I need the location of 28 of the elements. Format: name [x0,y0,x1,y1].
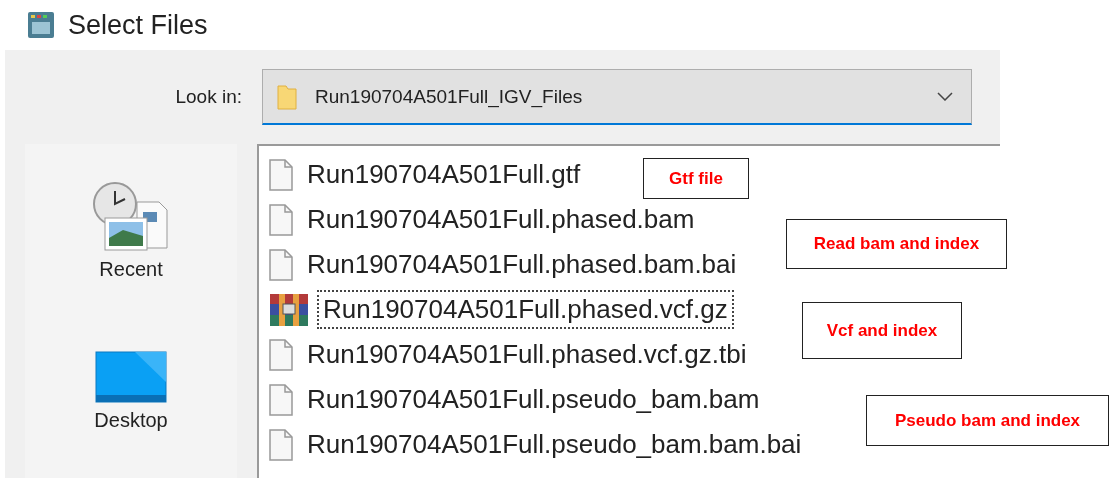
file-item[interactable]: Run190704A501Full.pseudo_bam.bam [303,382,764,417]
look-in-label: Look in: [174,86,242,108]
file-item[interactable]: Run190704A501Full.phased.vcf.gz.tbi [303,337,751,372]
archive-icon [269,291,309,328]
file-item[interactable]: Run190704A501Full.pseudo_bam.bam.bai [303,427,806,462]
document-icon [269,338,293,371]
clock-pictures-icon [93,182,169,252]
look-in-dropdown[interactable]: Run190704A501Full_IGV_Files [262,69,972,125]
file-item[interactable]: Run190704A501Full.phased.bam.bai [303,247,741,282]
annotation-callout: Read bam and index [786,219,1007,269]
folder-icon [277,83,297,110]
document-icon [269,203,293,236]
sidebar-item[interactable]: Recent [99,258,163,281]
document-icon [269,383,293,416]
annotation-callout: Pseudo bam and index [866,395,1109,446]
file-item[interactable]: Run190704A501Full.phased.vcf.gz [319,292,732,327]
document-icon [269,158,293,191]
file-item[interactable]: Run190704A501Full.gtf [303,157,585,192]
file-item[interactable]: Run190704A501Full.phased.bam [303,202,699,237]
chevron-down-icon [937,92,953,101]
sidebar-item[interactable]: Desktop [94,409,168,432]
annotation-callout: Vcf and index [802,302,962,359]
app-icon [28,12,54,38]
document-icon [269,248,293,281]
window-title: Select Files [68,9,208,41]
annotation-callout: Gtf file [643,158,749,199]
monitor-icon [95,351,167,403]
document-icon [269,428,293,461]
